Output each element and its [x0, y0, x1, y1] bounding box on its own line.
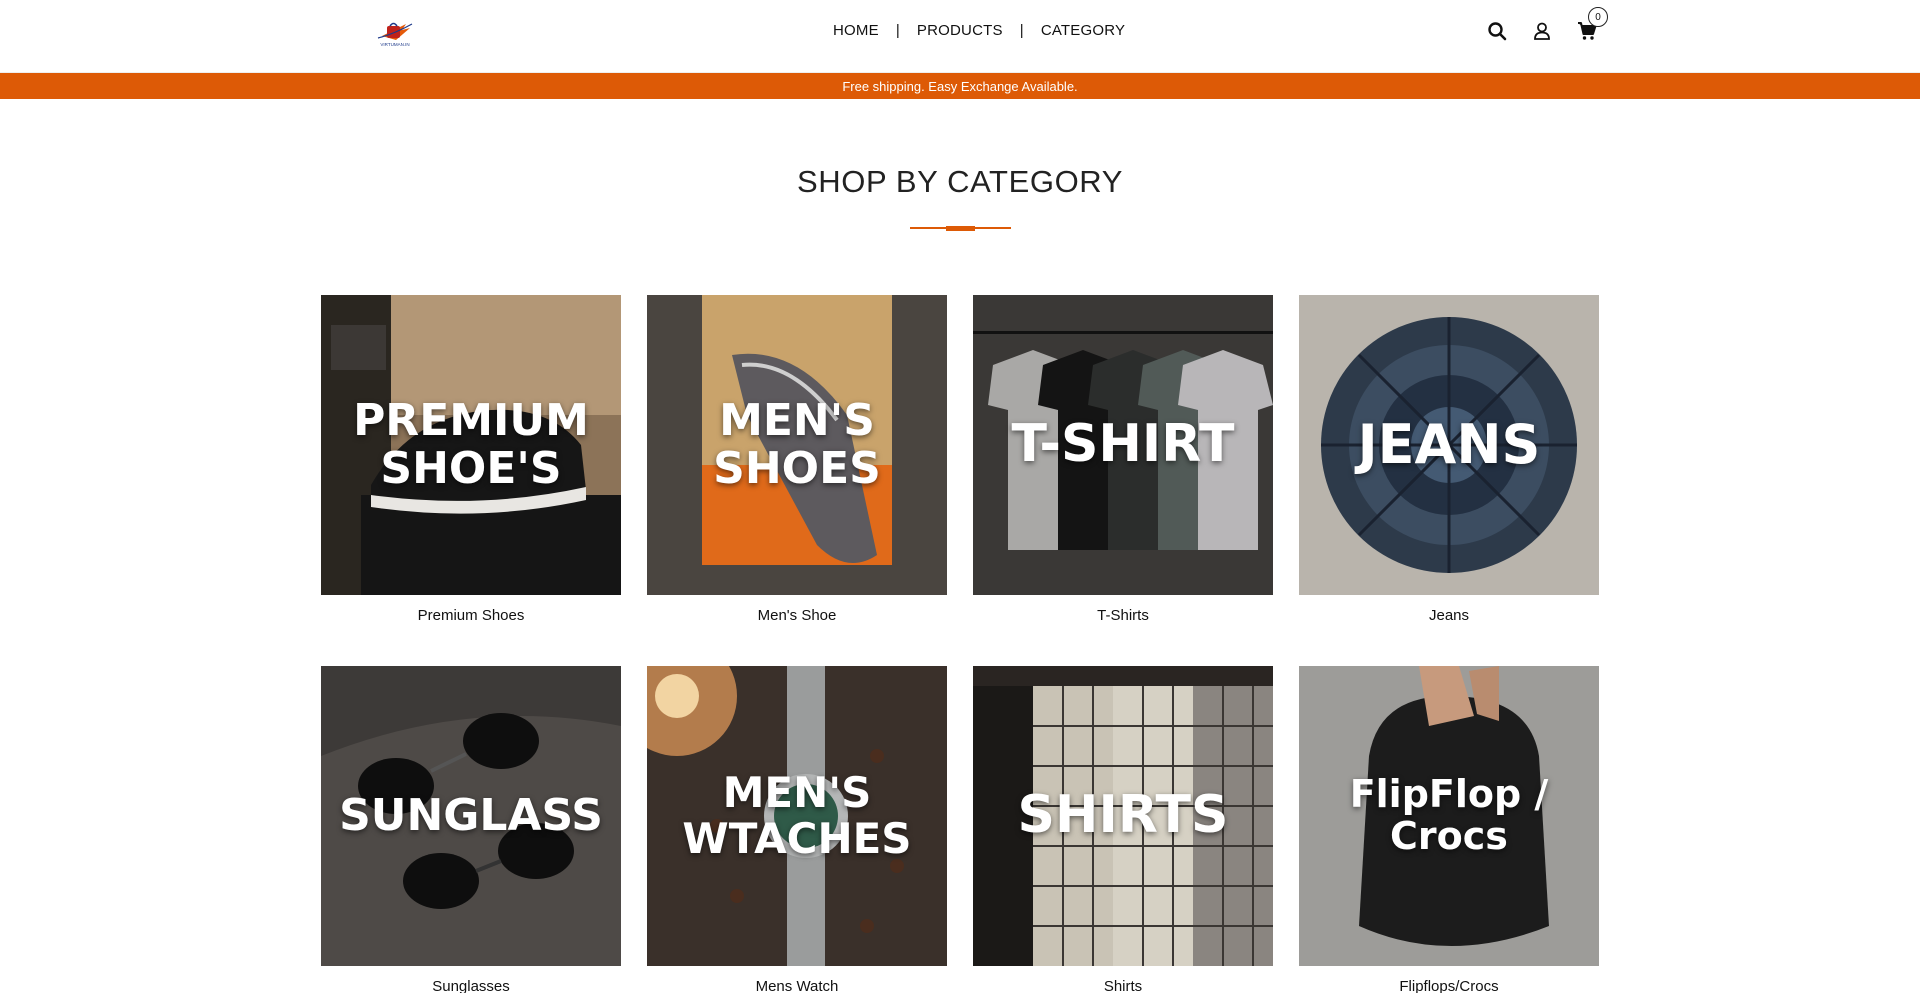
cart-count-badge: 0 [1588, 7, 1608, 27]
category-overlay-text: T-SHIRT [1011, 414, 1235, 475]
account-button[interactable] [1529, 18, 1555, 44]
category-image[interactable]: SUNGLASS [321, 666, 621, 966]
category-caption[interactable]: Flipflops/Crocs [1299, 966, 1599, 993]
category-overlay-text: JEANS [1357, 413, 1541, 477]
account-icon [1534, 22, 1550, 40]
category-overlay-text: SHIRTS [1017, 785, 1229, 846]
search-icon [1488, 22, 1507, 41]
category-image[interactable]: MEN'S WTACHES [647, 666, 947, 966]
category-card-mens-watch[interactable]: MEN'S WTACHES Mens Watch [647, 666, 947, 993]
category-card-t-shirts[interactable]: T-SHIRT T-Shirts [973, 295, 1273, 666]
logo-icon: VIRTUMAN.IN [377, 22, 413, 47]
title-divider-accent [946, 226, 975, 231]
site-header: VIRTUMAN.IN HOME | PRODUCTS | CATEGORY 0 [0, 0, 1920, 73]
category-image[interactable]: MEN'S SHOES [647, 295, 947, 595]
nav-category[interactable]: CATEGORY [1041, 22, 1125, 39]
category-caption[interactable]: Shirts [973, 966, 1273, 993]
category-image[interactable]: T-SHIRT [973, 295, 1273, 595]
announcement-text: Free shipping. Easy Exchange Available. [842, 78, 1078, 94]
section-title: SHOP BY CATEGORY [796, 164, 1124, 199]
category-card-mens-shoe[interactable]: MEN'S SHOES Men's Shoe [647, 295, 947, 666]
site-logo[interactable]: VIRTUMAN.IN [376, 16, 414, 48]
nav-separator: | [1019, 22, 1024, 39]
category-caption[interactable]: Jeans [1299, 595, 1599, 635]
category-caption[interactable]: Premium Shoes [321, 595, 621, 635]
category-caption[interactable]: T-Shirts [973, 595, 1273, 635]
category-card-shirts[interactable]: SHIRTS Shirts [973, 666, 1273, 993]
category-card-premium-shoes[interactable]: PREMIUM SHOE'S Premium Shoes [321, 295, 621, 666]
category-overlay-text: SUNGLASS [339, 789, 603, 841]
category-grid: PREMIUM SHOE'S Premium Shoes MEN'S SHOES… [321, 295, 1599, 993]
nav-products[interactable]: PRODUCTS [917, 22, 1003, 39]
category-image[interactable]: PREMIUM SHOE'S [321, 295, 621, 595]
category-caption[interactable]: Sunglasses [321, 966, 621, 993]
category-card-sunglasses[interactable]: SUNGLASS Sunglasses [321, 666, 621, 993]
category-overlay-text: MEN'S WTACHES [682, 767, 912, 863]
logo-text: VIRTUMAN.IN [380, 42, 409, 47]
category-overlay-text: PREMIUM SHOE'S [353, 394, 589, 494]
nav-separator: | [895, 22, 900, 39]
category-overlay-text: FlipFlop / Crocs [1349, 772, 1549, 858]
category-image[interactable]: JEANS [1299, 295, 1599, 595]
announcement-bar: Free shipping. Easy Exchange Available. [0, 73, 1920, 99]
search-button[interactable] [1484, 18, 1510, 44]
cart-button[interactable]: 0 [1574, 7, 1608, 44]
nav-home[interactable]: HOME [833, 22, 879, 39]
header-actions: 0 [1484, 7, 1608, 44]
category-image[interactable]: SHIRTS [973, 666, 1273, 966]
category-image[interactable]: FlipFlop / Crocs [1299, 666, 1599, 966]
category-caption[interactable]: Mens Watch [647, 966, 947, 993]
category-card-jeans[interactable]: JEANS Jeans [1299, 295, 1599, 666]
category-card-flipflops-crocs[interactable]: FlipFlop / Crocs Flipflops/Crocs [1299, 666, 1599, 993]
category-caption[interactable]: Men's Shoe [647, 595, 947, 635]
main-nav: HOME | PRODUCTS | CATEGORY [833, 22, 1125, 39]
category-overlay-text: MEN'S SHOES [713, 394, 881, 494]
